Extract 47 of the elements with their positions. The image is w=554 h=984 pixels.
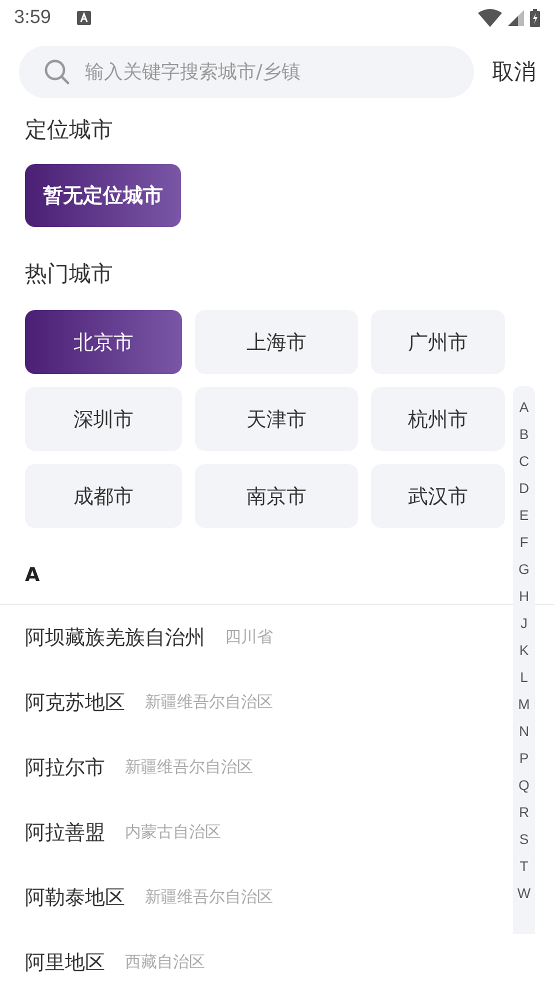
index-letter[interactable]: A [519, 394, 529, 421]
index-letter[interactable]: F [520, 529, 528, 556]
index-letter[interactable]: P [519, 745, 529, 772]
search-field[interactable]: 输入关键字搜索城市/乡镇 [19, 46, 474, 98]
city-list-item[interactable]: 阿坝藏族羌族自治州 四川省 [0, 605, 505, 670]
notification-icon [76, 11, 91, 25]
city-button[interactable]: 武汉市 [371, 464, 505, 528]
city-button[interactable]: 广州市 [371, 310, 505, 374]
city-list-item[interactable]: 阿拉善盟 内蒙古自治区 [0, 800, 505, 865]
index-letter[interactable]: E [519, 502, 529, 529]
section-letter: A [25, 563, 40, 587]
battery-icon [530, 9, 540, 27]
city-list-item[interactable]: 阿拉尔市 新疆维吾尔自治区 [0, 735, 505, 800]
index-letter[interactable]: S [519, 826, 529, 853]
city-button[interactable]: 深圳市 [25, 387, 182, 451]
index-letter[interactable]: M [518, 691, 530, 718]
alphabet-index-bar[interactable]: A B C D E F G H J K L M N P Q R S T W [513, 386, 535, 934]
index-letter[interactable]: C [518, 448, 530, 475]
index-letter[interactable]: D [518, 475, 530, 502]
cancel-button[interactable]: 取消 [492, 57, 536, 87]
city-button[interactable]: 天津市 [195, 387, 358, 451]
index-letter[interactable]: Q [518, 772, 530, 799]
city-button[interactable]: 成都市 [25, 464, 182, 528]
index-letter[interactable]: N [518, 718, 530, 745]
index-letter[interactable]: H [518, 583, 530, 610]
wifi-icon [478, 9, 502, 27]
city-list-item[interactable]: 阿里地区 西藏自治区 [0, 930, 505, 984]
index-letter[interactable]: G [518, 556, 530, 583]
signal-icon [508, 10, 524, 26]
city-list-item[interactable]: 阿克苏地区 新疆维吾尔自治区 [0, 670, 505, 735]
section-heading: 定位城市 [25, 117, 114, 145]
location-city-button[interactable]: 暂无定位城市 [25, 164, 181, 227]
index-letter[interactable]: K [519, 637, 529, 664]
index-letter[interactable]: W [517, 880, 531, 907]
city-button[interactable]: 杭州市 [371, 387, 505, 451]
index-letter[interactable]: T [520, 853, 528, 880]
index-letter[interactable]: R [518, 799, 530, 826]
city-list-item[interactable]: 阿勒泰地区 新疆维吾尔自治区 [0, 865, 505, 930]
status-time: 3:59 [14, 7, 51, 29]
section-heading: 热门城市 [25, 261, 114, 289]
index-letter[interactable]: B [519, 421, 529, 448]
search-icon [44, 59, 70, 85]
index-letter[interactable]: L [520, 664, 528, 691]
city-button[interactable]: 北京市 [25, 310, 182, 374]
city-button[interactable]: 上海市 [195, 310, 358, 374]
city-button[interactable]: 南京市 [195, 464, 358, 528]
index-letter[interactable]: J [520, 610, 528, 637]
